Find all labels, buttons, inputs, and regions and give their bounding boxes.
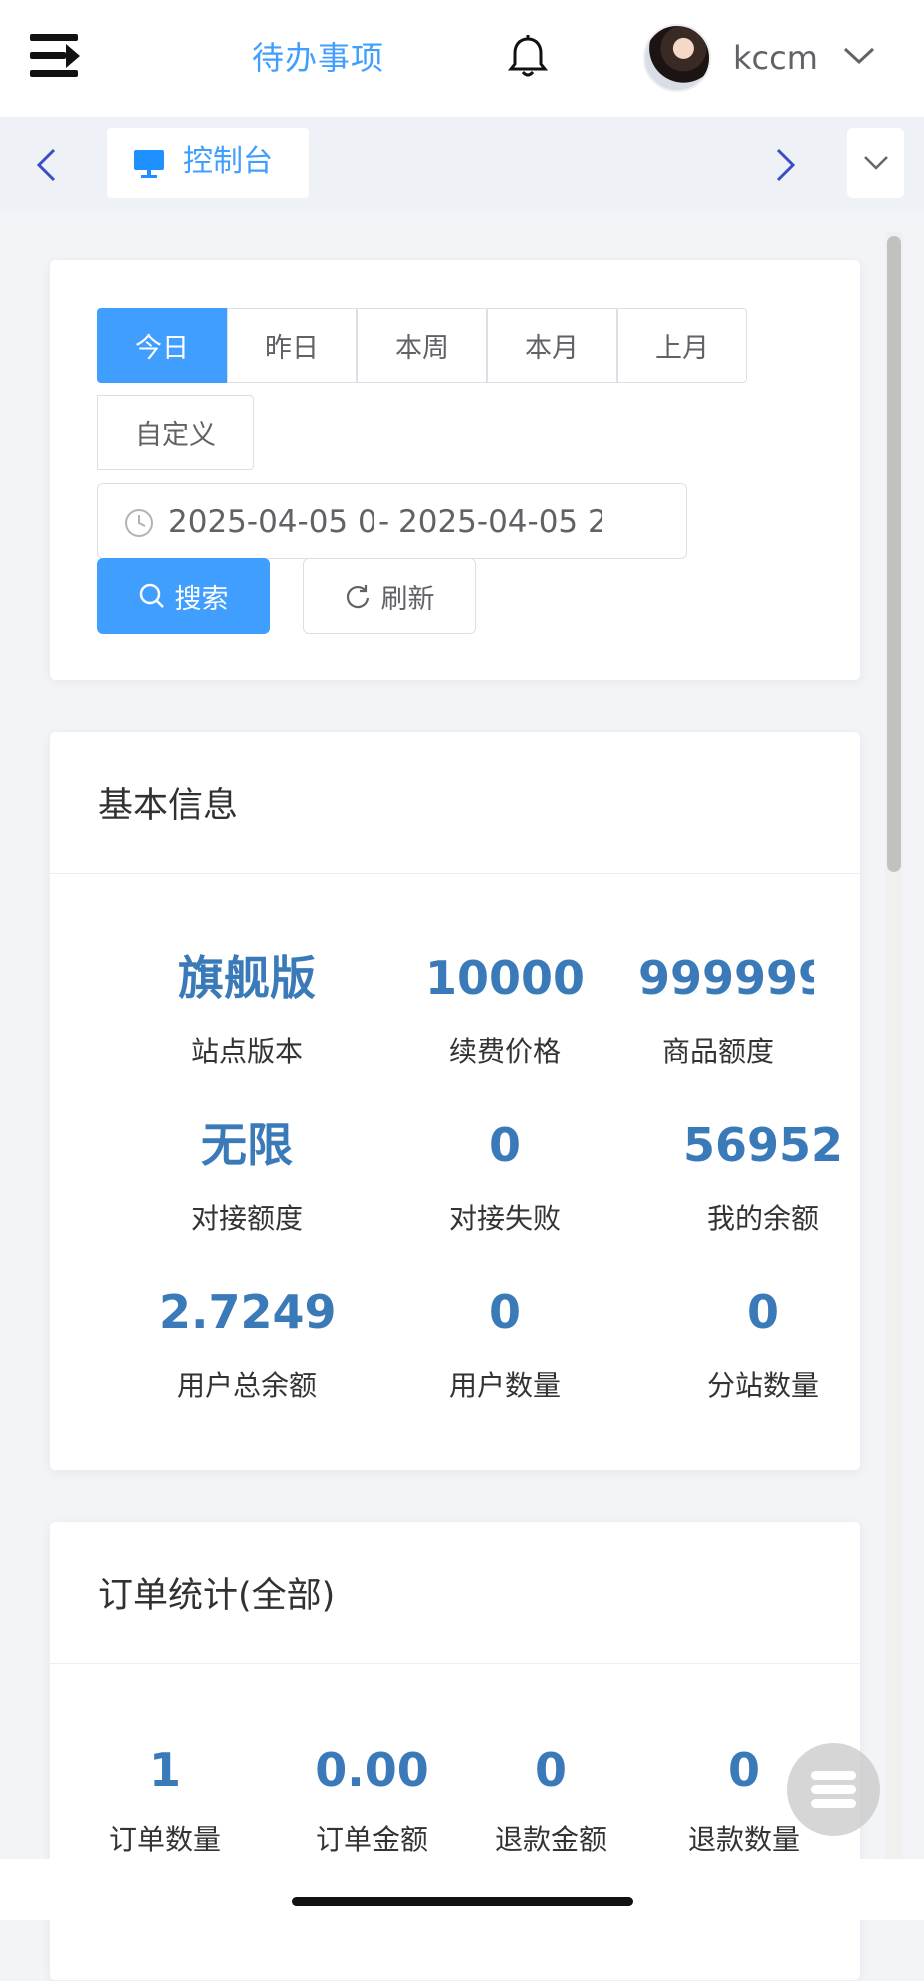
stat-value: 0 xyxy=(488,1118,521,1172)
stat-label: 站点版本 xyxy=(190,1035,303,1068)
username[interactable]: kccm xyxy=(733,36,818,80)
stat-site-version: 旗舰版 站点版本 xyxy=(122,948,372,1072)
tab-label: 控制台 xyxy=(183,144,273,179)
stat-value: 无限 xyxy=(201,1118,293,1172)
chevron-left-icon[interactable] xyxy=(34,147,58,183)
stat-label: 续费价格 xyxy=(448,1035,561,1068)
stat-user-total-balance: 2.72494 用户总余额 xyxy=(122,1282,372,1406)
stat-renewal-price: 10000 续费价格 xyxy=(380,948,630,1072)
date-start-input[interactable]: 2025-04-05 00:00:00 xyxy=(168,502,374,542)
stat-value: 0 xyxy=(534,1743,567,1797)
filter-card: 今日 昨日 本周 本月 上月 自定义 2025-04-05 00:00:00 -… xyxy=(49,259,861,681)
refresh-button-label: 刷新 xyxy=(380,583,435,615)
period-custom-button[interactable]: 自定义 xyxy=(97,395,254,470)
search-icon xyxy=(139,583,164,608)
basic-info-card: 基本信息 旗舰版 站点版本 10000 续费价格 9999999 商品额度 无限… xyxy=(49,731,861,1471)
stat-product-quota: 9999999 商品额度 xyxy=(638,948,814,1072)
stat-label: 我的余额 xyxy=(706,1202,819,1235)
stat-label: 分站数量 xyxy=(706,1369,819,1402)
stat-label: 用户数量 xyxy=(448,1369,561,1402)
chevron-down-icon xyxy=(864,156,888,170)
stat-value: 56952 xyxy=(682,1118,844,1172)
bottom-safe-area xyxy=(0,1859,924,1920)
stat-docking-quota: 无限 对接额度 xyxy=(122,1115,372,1239)
period-month-button[interactable]: 本月 xyxy=(487,308,617,383)
home-indicator[interactable] xyxy=(292,1897,633,1906)
stat-label: 对接失败 xyxy=(448,1202,561,1235)
monitor-icon xyxy=(134,150,164,178)
stat-label: 订单数量 xyxy=(108,1823,221,1856)
chevron-down-icon[interactable] xyxy=(842,44,876,68)
hamburger-icon-line xyxy=(811,1785,856,1794)
menu-toggle-icon[interactable] xyxy=(30,34,82,78)
stat-value: 9999999 xyxy=(638,951,814,1005)
hamburger-icon-line xyxy=(811,1799,856,1808)
stat-docking-failed: 0 对接失败 xyxy=(380,1115,630,1239)
date-end-input[interactable]: 2025-04-05 23:59:59 xyxy=(398,502,602,542)
stat-value: 10000 xyxy=(424,951,586,1005)
stat-substation-count: 0 分站数量 xyxy=(638,1282,888,1406)
refresh-button[interactable]: 刷新 xyxy=(303,558,476,634)
stat-value: 0 xyxy=(746,1285,779,1339)
scrollbar-thumb[interactable] xyxy=(887,236,901,872)
date-separator: - xyxy=(378,504,390,540)
stat-my-balance: 56952 我的余额 xyxy=(638,1115,888,1239)
todo-link[interactable]: 待办事项 xyxy=(252,36,384,80)
refund-amount-stat: 0 退款金额 xyxy=(451,1740,651,1860)
top-header: 待办事项 kccm xyxy=(0,0,924,117)
period-last-month-button[interactable]: 上月 xyxy=(617,308,747,383)
hamburger-icon xyxy=(811,1771,856,1780)
period-today-button[interactable]: 今日 xyxy=(97,308,227,383)
search-button[interactable]: 搜索 xyxy=(97,558,270,634)
period-yesterday-button[interactable]: 昨日 xyxy=(227,308,357,383)
stat-user-count: 0 用户数量 xyxy=(380,1282,630,1406)
stat-value: 旗舰版 xyxy=(178,951,316,1005)
refresh-icon xyxy=(346,585,369,609)
order-stats-title: 订单统计(全部) xyxy=(50,1522,860,1664)
date-range-picker[interactable]: 2025-04-05 00:00:00 - 2025-04-05 23:59:5… xyxy=(97,483,687,559)
stat-value: 0.00 xyxy=(315,1743,429,1797)
period-week-button[interactable]: 本周 xyxy=(357,308,487,383)
tab-strip: 控制台 xyxy=(0,117,924,211)
bell-icon[interactable] xyxy=(506,34,550,80)
floating-menu-button[interactable] xyxy=(787,1743,880,1836)
stat-label: 用户总余额 xyxy=(176,1369,317,1402)
order-amount-stat: 0.00 订单金额 xyxy=(272,1740,472,1860)
basic-info-title: 基本信息 xyxy=(50,732,860,874)
tab-more-dropdown[interactable] xyxy=(847,128,904,198)
stat-label: 退款金额 xyxy=(494,1823,607,1856)
stat-value: 0 xyxy=(488,1285,521,1339)
stat-label: 商品额度 xyxy=(662,1035,775,1068)
search-button-label: 搜索 xyxy=(174,583,229,615)
clock-icon xyxy=(125,509,153,537)
order-count-stat: 1 订单数量 xyxy=(65,1740,265,1860)
stat-label: 对接额度 xyxy=(190,1202,303,1235)
tab-console[interactable]: 控制台 xyxy=(107,128,309,198)
avatar[interactable] xyxy=(643,24,711,92)
stat-value: 2.72494 xyxy=(159,1285,335,1339)
stat-value: 1 xyxy=(148,1743,181,1797)
stat-label: 订单金额 xyxy=(315,1823,428,1856)
chevron-right-icon[interactable] xyxy=(774,147,798,183)
